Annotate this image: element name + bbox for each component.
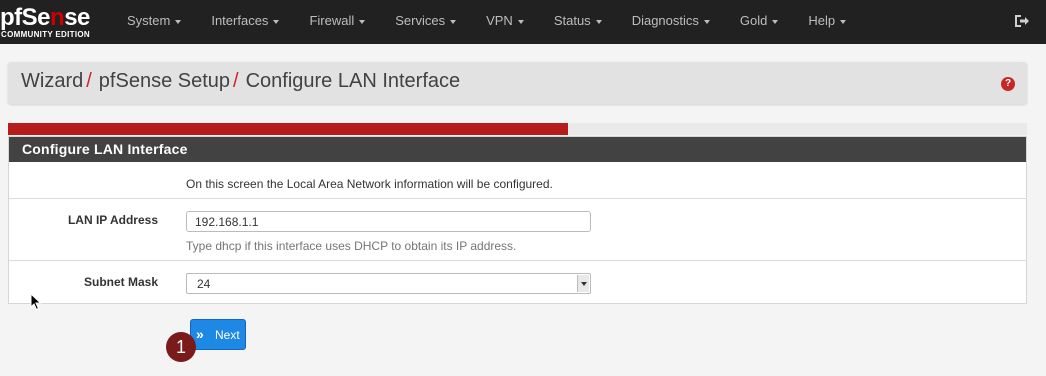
top-navbar: pfSense COMMUNITY EDITION System Interfa…: [0, 0, 1046, 44]
menu-status[interactable]: Status: [539, 0, 617, 44]
menu-firewall[interactable]: Firewall: [294, 0, 380, 44]
main-menu: System Interfaces Firewall Services VPN …: [112, 0, 861, 44]
menu-interfaces[interactable]: Interfaces: [196, 0, 294, 44]
caret-down-icon: [175, 19, 182, 24]
logo-wordmark: pfSense: [0, 4, 90, 31]
breadcrumb-pfsense-setup[interactable]: pfSense Setup: [99, 70, 230, 92]
intro-text: On this screen the Local Area Network in…: [186, 177, 553, 191]
caret-down-icon: [595, 19, 602, 24]
menu-help[interactable]: Help: [793, 0, 861, 44]
menu-gold[interactable]: Gold: [725, 0, 793, 44]
next-button-label: Next: [215, 328, 240, 342]
double-chevron-right-icon: »: [196, 326, 204, 342]
configure-lan-panel: Configure LAN Interface On this screen t…: [8, 136, 1027, 304]
question-circle-icon[interactable]: ?: [1001, 77, 1015, 91]
lan-ip-label: LAN IP Address: [67, 213, 158, 227]
breadcrumb: Wizard / pfSense Setup / Configure LAN Inter…: [21, 70, 460, 93]
caret-down-icon: [450, 19, 457, 24]
caret-down-icon: [703, 19, 710, 24]
dropdown-arrow-icon[interactable]: [577, 275, 589, 292]
menu-gold-label: Gold: [739, 13, 768, 28]
intro-row: On this screen the Local Area Network in…: [9, 162, 1026, 199]
progress-fill: [8, 123, 569, 135]
caret-down-icon: [772, 19, 779, 24]
sign-out-icon[interactable]: [1014, 13, 1030, 29]
subnet-mask-value: 24: [197, 277, 211, 291]
caret-down-icon: [359, 19, 366, 24]
menu-status-label: Status: [553, 13, 591, 28]
subnet-row: Subnet Mask 24: [9, 261, 1026, 303]
pfsense-logo[interactable]: pfSense COMMUNITY EDITION: [0, 4, 100, 40]
caret-down-icon: [840, 19, 847, 24]
subnet-mask-select[interactable]: 24: [186, 273, 591, 294]
menu-system-label: System: [127, 13, 171, 28]
breadcrumb-separator: /: [233, 70, 239, 92]
lan-ip-help: Type dhcp if this interface uses DHCP to…: [186, 239, 517, 253]
menu-services[interactable]: Services: [380, 0, 471, 44]
page-title: Configure LAN Interface: [245, 70, 461, 92]
caret-down-icon: [273, 19, 280, 24]
subnet-mask-label: Subnet Mask: [83, 275, 158, 289]
lan-ip-input[interactable]: [186, 211, 591, 232]
menu-services-label: Services: [395, 13, 446, 28]
caret-down-icon: [517, 19, 524, 24]
breadcrumb-separator: /: [86, 70, 92, 92]
mouse-cursor-icon: [30, 293, 42, 311]
menu-firewall-label: Firewall: [309, 13, 355, 28]
menu-vpn-label: VPN: [486, 13, 513, 28]
panel-title: Configure LAN Interface: [9, 137, 1026, 162]
wizard-progress-bar: [8, 123, 1027, 135]
menu-help-label: Help: [808, 13, 836, 28]
menu-system[interactable]: System: [112, 0, 196, 44]
step-number-badge: 1: [166, 332, 196, 362]
menu-interfaces-label: Interfaces: [211, 13, 269, 28]
menu-diagnostics[interactable]: Diagnostics: [617, 0, 725, 44]
page-header: Wizard / pfSense Setup / Configure LAN Inter…: [8, 62, 1027, 104]
menu-diagnostics-label: Diagnostics: [631, 13, 699, 28]
breadcrumb-wizard[interactable]: Wizard: [21, 70, 83, 92]
lan-ip-row: LAN IP Address Type dhcp if this interfa…: [9, 199, 1026, 261]
logo-subtitle: COMMUNITY EDITION: [1, 30, 90, 39]
menu-vpn[interactable]: VPN: [471, 0, 539, 44]
next-button[interactable]: » Next: [190, 319, 246, 350]
